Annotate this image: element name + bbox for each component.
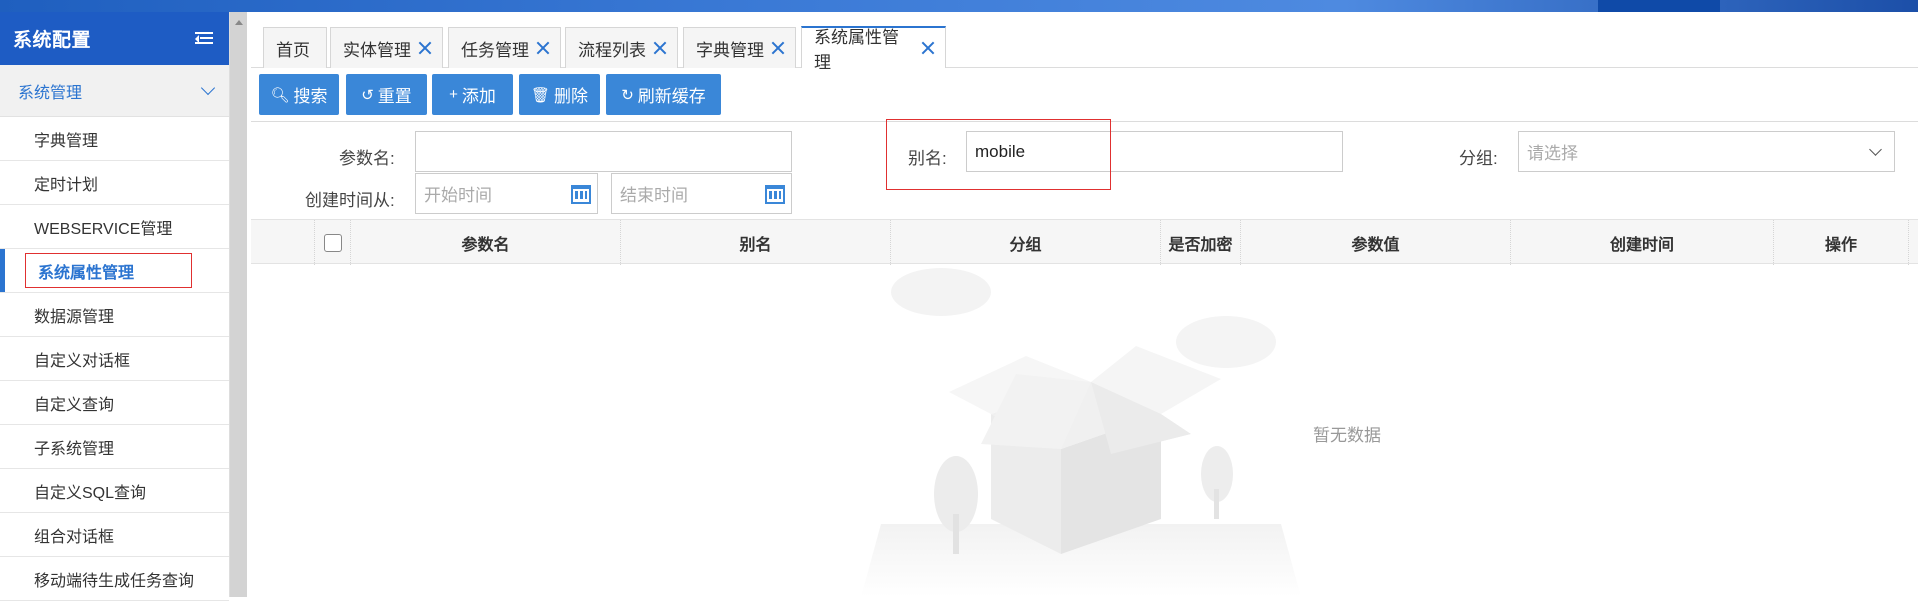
column-header[interactable]: 分组	[891, 220, 1161, 265]
toolbar: 🔍︎ 搜索 ↺ 重置 + 添加 🗑︎ 删除 ↻ 刷新缓存	[251, 68, 1918, 122]
empty-box-illustration	[861, 268, 1301, 597]
trash-icon: 🗑︎	[530, 86, 551, 104]
undo-icon: ↺	[361, 86, 374, 104]
sidebar-item-webservice[interactable]: WEBSERVICE管理	[0, 205, 229, 249]
param-name-input[interactable]	[415, 131, 792, 172]
column-header[interactable]: 参数名	[351, 220, 621, 265]
row-number-header	[251, 220, 315, 265]
close-icon[interactable]	[418, 41, 432, 55]
sidebar: 系统配置 系统管理 字典管理 定时计划 WEBSERVICE管理 系统属性管理 …	[0, 12, 230, 601]
button-label: 添加	[461, 87, 496, 106]
column-header[interactable]: 是否加密	[1161, 220, 1241, 265]
column-header[interactable]: 别名	[621, 220, 891, 265]
sidebar-item-label: 自定义查询	[34, 396, 115, 414]
group-select[interactable]: 请选择	[1518, 131, 1895, 172]
sidebar-item-label: 数据源管理	[34, 308, 115, 326]
sidebar-item-mobile-task-query[interactable]: 移动端待生成任务查询	[0, 557, 229, 601]
sidebar-item-label: 自定义SQL查询	[34, 484, 147, 502]
column-header[interactable]: 操作	[1774, 220, 1909, 265]
tab-label: 实体管理	[343, 40, 411, 60]
button-label: 删除	[554, 87, 589, 106]
sidebar-item-schedule[interactable]: 定时计划	[0, 161, 229, 205]
sidebar-header: 系统配置	[0, 12, 229, 65]
group-label: 分组:	[1459, 149, 1498, 168]
refresh-cache-button[interactable]: ↻ 刷新缓存	[606, 74, 721, 115]
tab-system-properties[interactable]: 系统属性管理	[801, 26, 946, 72]
column-header[interactable]: 参数值	[1241, 220, 1511, 265]
button-label: 刷新缓存	[637, 87, 706, 106]
close-icon[interactable]	[653, 41, 667, 55]
calendar-icon[interactable]	[571, 185, 591, 204]
sidebar-item-label: 字典管理	[34, 132, 99, 150]
tab-process-list[interactable]: 流程列表	[565, 27, 678, 68]
tab-label: 任务管理	[461, 40, 529, 60]
tab-bar: 首页 实体管理 任务管理 流程列表 字典管理 系统属性管理	[251, 12, 1918, 72]
sidebar-item-label: 定时计划	[34, 176, 99, 194]
sidebar-item-custom-dialog[interactable]: 自定义对话框	[0, 337, 229, 381]
tab-dictionary-management[interactable]: 字典管理	[683, 27, 796, 68]
sidebar-item-combo-dialog[interactable]: 组合对话框	[0, 513, 229, 557]
add-button[interactable]: + 添加	[432, 74, 513, 115]
sidebar-item-custom-sql-query[interactable]: 自定义SQL查询	[0, 469, 229, 513]
button-label: 搜索	[293, 87, 328, 106]
tab-label: 系统属性管理	[814, 28, 899, 72]
sidebar-group-system-management[interactable]: 系统管理	[0, 65, 229, 117]
created-from-label: 创建时间从:	[305, 191, 395, 210]
select-all-checkbox[interactable]	[323, 233, 342, 252]
tab-home[interactable]: 首页	[263, 27, 327, 68]
group-select-placeholder: 请选择	[1527, 144, 1578, 163]
highlight-box	[886, 119, 1111, 190]
sidebar-scrollbar[interactable]	[230, 12, 247, 597]
table-header: 参数名 别名 分组 是否加密 参数值 创建时间 操作	[251, 219, 1918, 265]
reset-button[interactable]: ↺ 重置	[346, 74, 427, 115]
sidebar-item-datasource[interactable]: 数据源管理	[0, 293, 229, 337]
sidebar-item-label: WEBSERVICE管理	[34, 220, 173, 238]
chevron-down-icon	[1869, 143, 1882, 156]
start-time-placeholder: 开始时间	[424, 186, 492, 205]
tab-label: 流程列表	[578, 40, 646, 60]
search-icon: 🔍︎	[270, 86, 290, 104]
end-time-placeholder: 结束时间	[620, 186, 688, 205]
param-name-label: 参数名:	[339, 149, 395, 168]
column-header[interactable]: 创建时间	[1511, 220, 1774, 265]
button-label: 重置	[377, 87, 412, 106]
start-time-input[interactable]: 开始时间	[415, 173, 598, 214]
scroll-up-icon[interactable]	[235, 20, 243, 25]
close-icon[interactable]	[921, 41, 935, 55]
tab-label: 首页	[276, 40, 310, 60]
close-icon[interactable]	[771, 41, 785, 55]
sidebar-item-label: 移动端待生成任务查询	[34, 572, 195, 590]
refresh-icon: ↻	[621, 86, 634, 104]
sidebar-title: 系统配置	[13, 30, 92, 51]
tab-label: 字典管理	[696, 40, 764, 60]
collapse-menu-icon[interactable]	[195, 31, 213, 47]
sidebar-item-label: 子系统管理	[34, 440, 115, 458]
chevron-down-icon	[200, 80, 216, 96]
empty-state: 暂无数据	[251, 264, 1918, 597]
sidebar-group-label: 系统管理	[18, 84, 83, 102]
plus-icon: +	[449, 86, 458, 103]
sidebar-item-custom-query[interactable]: 自定义查询	[0, 381, 229, 425]
sidebar-item-label: 系统属性管理	[38, 264, 135, 282]
end-time-input[interactable]: 结束时间	[611, 173, 792, 214]
sidebar-item-system-properties[interactable]: 系统属性管理	[0, 249, 229, 293]
delete-button[interactable]: 🗑︎ 删除	[519, 74, 600, 115]
sidebar-item-label: 自定义对话框	[34, 352, 131, 370]
empty-text: 暂无数据	[1313, 426, 1381, 445]
sidebar-item-dictionary[interactable]: 字典管理	[0, 117, 229, 161]
tab-entity-management[interactable]: 实体管理	[330, 27, 443, 68]
sidebar-item-label: 组合对话框	[34, 528, 115, 546]
top-banner-accent	[1598, 0, 1720, 12]
main-content: 首页 实体管理 任务管理 流程列表 字典管理 系统属性管理 🔍︎ 搜索 ↺ 重置 +…	[251, 12, 1918, 597]
sidebar-item-subsystem[interactable]: 子系统管理	[0, 425, 229, 469]
top-banner	[0, 0, 1918, 12]
close-icon[interactable]	[536, 41, 550, 55]
calendar-icon[interactable]	[765, 185, 785, 204]
search-button[interactable]: 🔍︎ 搜索	[259, 74, 339, 115]
tab-task-management[interactable]: 任务管理	[448, 27, 561, 68]
select-all-cell	[315, 220, 351, 265]
